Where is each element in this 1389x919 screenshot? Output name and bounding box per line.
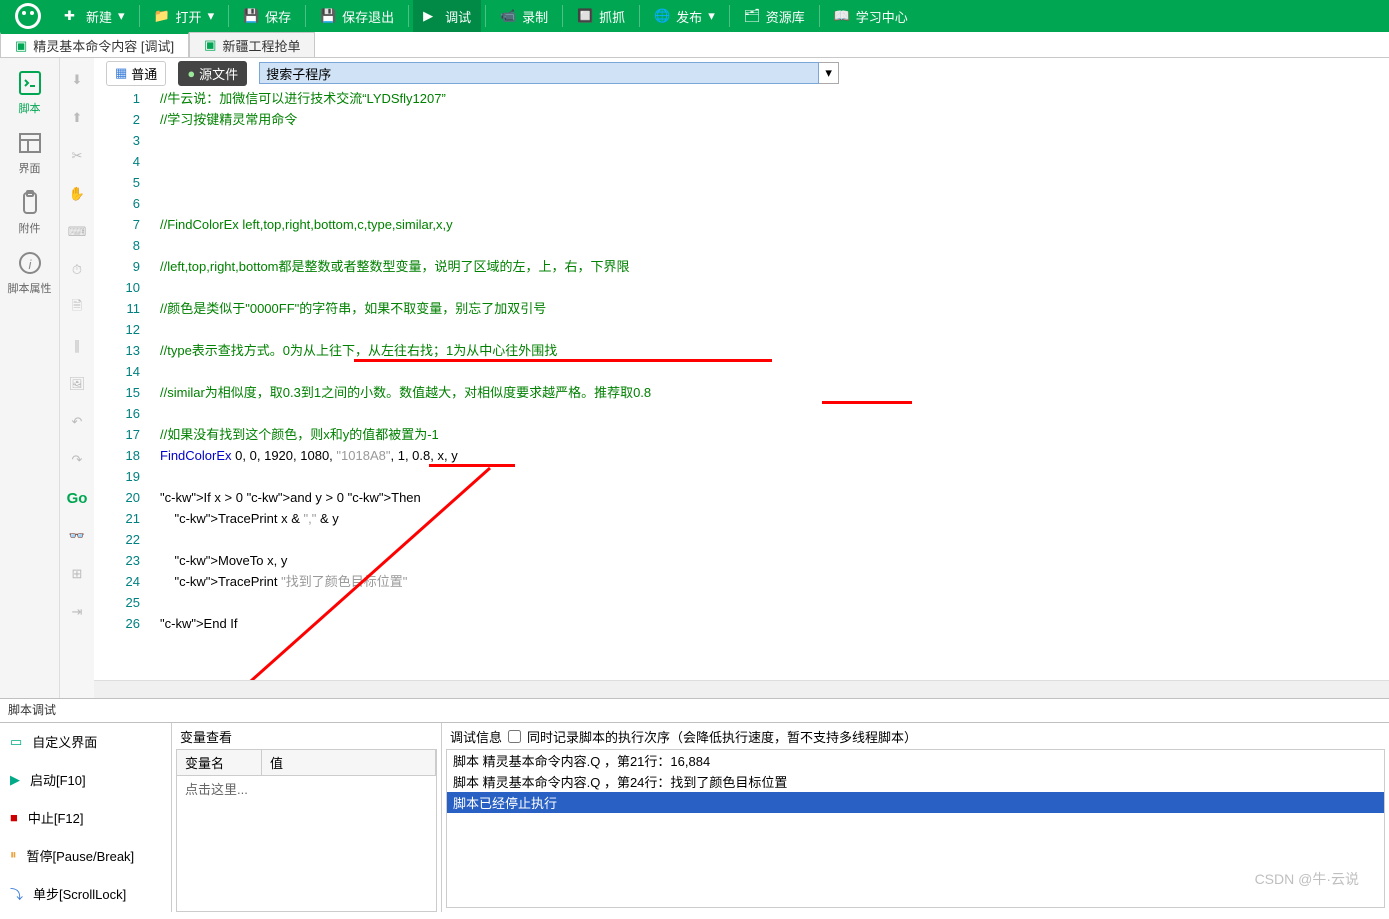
stop-button[interactable]: ■中止[F12] — [0, 799, 171, 837]
sidebar-attachment[interactable]: 附件 — [0, 184, 59, 242]
save-exit-icon: 💾 — [320, 8, 336, 24]
folder-icon: 📁 — [154, 8, 170, 24]
svg-text:i: i — [28, 257, 32, 272]
editor-panel: ▦普通 ●源文件 ▾ 12345678910111213141516171819… — [94, 58, 1389, 698]
watermark: CSDN @牛·云说 — [1255, 869, 1359, 889]
left-sidebar: 脚本 界面 附件 i 脚本属性 — [0, 58, 60, 698]
study-center-button[interactable]: 📖学习中心 — [824, 0, 918, 32]
var-value-header: 值 — [262, 750, 436, 775]
grab-button[interactable]: 🔲抓抓 — [567, 0, 635, 32]
variable-table[interactable]: 变量名 值 点击这里... — [176, 749, 437, 912]
save-icon: 💾 — [243, 8, 259, 24]
redo-icon[interactable]: ↷ — [65, 448, 89, 472]
edit-icon-column: ⬇ ⬆ ✂ ✋ ⌨ ⏱ 🗎 ∥ 🖼 ↶ ↷ Go 👓 ⊞ ⇥ — [60, 58, 94, 698]
debug-controls: ▭自定义界面 ▶启动[F10] ■中止[F12] ⏸暂停[Pause/Break… — [0, 723, 172, 912]
search-dropdown[interactable]: ▾ — [819, 62, 839, 84]
code-editor[interactable]: 1234567891011121314151617181920212223242… — [94, 88, 1389, 680]
search-input[interactable] — [259, 62, 819, 84]
lib-icon: 🗂 — [744, 8, 760, 24]
normal-view-button[interactable]: ▦普通 — [106, 61, 166, 86]
pic-icon[interactable]: 🖼 — [65, 372, 89, 396]
open-button[interactable]: 📁打开▾ — [144, 0, 225, 32]
record-order-label: 同时记录脚本的执行次序（会降低执行速度，暂不支持多线程脚本） — [527, 727, 917, 746]
sidebar-ui[interactable]: 界面 — [0, 124, 59, 182]
group-icon[interactable]: ⊞ — [65, 562, 89, 586]
annotation-underline-2 — [822, 401, 912, 404]
sidebar-props[interactable]: i 脚本属性 — [0, 244, 59, 302]
pause-button[interactable]: ⏸暂停[Pause/Break] — [0, 836, 171, 874]
pause-icon: ⏸ — [10, 847, 17, 863]
delay-icon[interactable]: ⏱ — [65, 258, 89, 282]
stop-icon: ■ — [10, 810, 18, 825]
doc-icon: ▣ — [15, 38, 27, 54]
go-icon[interactable]: Go — [65, 486, 89, 510]
debug-output[interactable]: 脚本 精灵基本命令内容.Q ，第21行：16,884脚本 精灵基本命令内容.Q … — [446, 749, 1385, 908]
editor-toolbar: ▦普通 ●源文件 ▾ — [94, 58, 1389, 88]
globe-icon: 🌐 — [654, 8, 670, 24]
app-logo — [4, 0, 52, 32]
cut-icon[interactable]: ✂ — [65, 144, 89, 168]
annotation-underline-1 — [354, 359, 772, 362]
variable-watch: 变量查看 变量名 值 点击这里... — [172, 723, 442, 912]
export-icon[interactable]: ⇥ — [65, 600, 89, 624]
debug-title: 脚本调试 — [0, 698, 1389, 722]
record-icon: 📹 — [500, 8, 516, 24]
main-area: 脚本 界面 附件 i 脚本属性 ⬇ ⬆ ✂ ✋ ⌨ ⏱ 🗎 ∥ 🖼 ↶ ↷ Go… — [0, 58, 1389, 698]
grab-icon: 🔲 — [577, 8, 593, 24]
comment-icon[interactable]: ∥ — [65, 334, 89, 358]
doc-icon: ▣ — [204, 37, 216, 53]
new-button[interactable]: ✚新建▾ — [54, 0, 135, 32]
down-icon[interactable]: ⬇ — [65, 68, 89, 92]
resource-lib-button[interactable]: 🗂资源库 — [734, 0, 815, 32]
file-tab-2[interactable]: ▣ 新疆工程抢单 — [189, 32, 315, 57]
step-icon: ⤵ — [10, 884, 23, 903]
var-watch-title: 变量查看 — [172, 723, 441, 749]
var-name-header: 变量名 — [177, 750, 262, 775]
line-gutter: 1234567891011121314151617181920212223242… — [94, 88, 150, 680]
doc-icon[interactable]: 🗎 — [65, 296, 89, 320]
custom-ui-button[interactable]: ▭自定义界面 — [0, 723, 171, 761]
debug-info: 调试信息 同时记录脚本的执行次序（会降低执行速度，暂不支持多线程脚本） 脚本 精… — [442, 723, 1389, 912]
annotation-underline-3 — [429, 464, 515, 467]
play-icon: ▶ — [423, 8, 439, 24]
var-hint-row[interactable]: 点击这里... — [177, 776, 436, 801]
horizontal-scrollbar[interactable] — [94, 680, 1389, 698]
save-exit-button[interactable]: 💾保存退出 — [310, 0, 404, 32]
save-button[interactable]: 💾保存 — [233, 0, 301, 32]
hand-icon[interactable]: ✋ — [65, 182, 89, 206]
tab-label: 精灵基本命令内容 [调试] — [33, 36, 174, 55]
debug-button[interactable]: ▶调试 — [413, 0, 481, 32]
book-icon: 📖 — [834, 8, 850, 24]
source-view-button[interactable]: ●源文件 — [178, 61, 247, 86]
keyboard-icon[interactable]: ⌨ — [65, 220, 89, 244]
record-button[interactable]: 📹录制 — [490, 0, 558, 32]
step-button[interactable]: ⤵单步[ScrollLock] — [0, 874, 171, 912]
file-tab-1[interactable]: ▣ 精灵基本命令内容 [调试] — [0, 32, 189, 57]
debug-info-title: 调试信息 — [450, 727, 502, 746]
code-lines[interactable]: //牛云说：加微信可以进行技术交流“LYDSfly1207”//学习按键精灵常用… — [150, 88, 1389, 680]
undo-icon[interactable]: ↶ — [65, 410, 89, 434]
publish-button[interactable]: 🌐发布▾ — [644, 0, 725, 32]
play-icon: ▶ — [10, 772, 20, 788]
sidebar-script[interactable]: 脚本 — [0, 64, 59, 122]
tab-label: 新疆工程抢单 — [222, 36, 300, 55]
file-tab-bar: ▣ 精灵基本命令内容 [调试] ▣ 新疆工程抢单 — [0, 32, 1389, 58]
debug-panel: ▭自定义界面 ▶启动[F10] ■中止[F12] ⏸暂停[Pause/Break… — [0, 722, 1389, 912]
search-subroutine: ▾ — [259, 62, 839, 84]
start-button[interactable]: ▶启动[F10] — [0, 761, 171, 799]
plus-icon: ✚ — [64, 8, 80, 24]
top-toolbar: ✚新建▾ 📁打开▾ 💾保存 💾保存退出 ▶调试 📹录制 🔲抓抓 🌐发布▾ 🗂资源… — [0, 0, 1389, 32]
record-order-checkbox[interactable] — [508, 730, 521, 743]
binoculars-icon[interactable]: 👓 — [65, 524, 89, 548]
window-icon: ▭ — [10, 734, 22, 750]
up-icon[interactable]: ⬆ — [65, 106, 89, 130]
